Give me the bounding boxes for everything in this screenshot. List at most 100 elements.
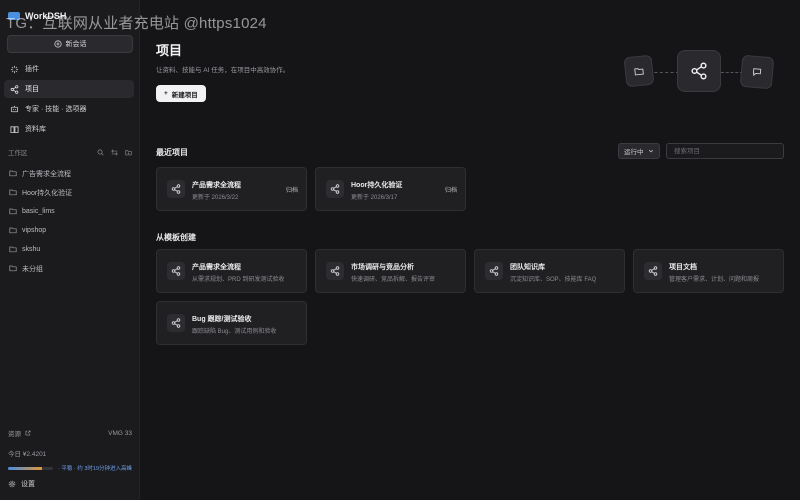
project-share-icon: [167, 262, 185, 280]
settings-button[interactable]: 设置: [8, 479, 35, 489]
workspace-item-label: 广告需求全流程: [22, 170, 71, 178]
folder-add-icon[interactable]: [125, 149, 132, 156]
workspace-item-label: 未分组: [22, 265, 43, 273]
experts-icon: [10, 105, 19, 112]
hero-connector: [721, 72, 743, 73]
card-title: 市场调研与竞品分析: [351, 264, 414, 271]
project-share-icon: [326, 180, 344, 198]
project-card[interactable]: 产品需求全流程 更新于 2026/3/22 归档: [156, 167, 307, 211]
sidebar: WorkDSH 新会话 插件 项目 专家 · 技能 · 选项器 资料库 工作区: [0, 0, 140, 500]
folder-icon: [9, 188, 17, 198]
folder-icon: [9, 226, 17, 236]
workspace-item[interactable]: vipshop: [6, 221, 134, 240]
card-subtitle: 快速调研、竞品拆解、报告评审: [351, 277, 436, 283]
nav-item-projects[interactable]: 项目: [4, 80, 134, 98]
page-title: 项目: [156, 43, 183, 58]
archive-button[interactable]: 归档: [445, 185, 457, 194]
workspace-item[interactable]: skshu: [6, 240, 134, 259]
workspace-list: 广告需求全流程 Hoor持久化验证 basic_limsvipshop skshu 未分…: [6, 164, 134, 278]
workspace-item[interactable]: basic_lims: [6, 202, 134, 221]
project-share-icon: [485, 262, 503, 280]
workspace-item[interactable]: Hoor持久化验证: [6, 183, 134, 202]
gear-icon: [8, 480, 16, 488]
usage-bar-fill: [8, 466, 42, 470]
template-card[interactable]: 团队知识库 沉淀知识库、SOP、技能库 FAQ: [474, 249, 625, 293]
usage-bar-track: [8, 466, 54, 470]
card-title: Bug 跟踪/测试验收: [192, 316, 252, 323]
card-subtitle: 从需求规划、PRD 到研发测试验收: [192, 277, 285, 283]
nav-label: 资料库: [25, 126, 46, 133]
card-subtitle: 管理客户需求、计划、问题和周报: [669, 277, 760, 283]
settings-label: 设置: [21, 481, 35, 488]
usage-bar: · 平稳 · 约 3时19分钟进入高峰: [8, 464, 132, 472]
chat-plus-icon: [53, 40, 62, 48]
project-share-icon: [326, 262, 344, 280]
plug-icon: [10, 65, 19, 73]
version-label: VMG 33: [108, 429, 132, 437]
hero-chat-box: [739, 54, 775, 90]
nav-item-library[interactable]: 资料库: [4, 120, 134, 138]
hero-share-box: [677, 50, 721, 92]
card-subtitle: 更新于 2026/3/17: [351, 195, 398, 201]
workspace-item[interactable]: 未分组: [6, 259, 134, 278]
new-chat-label: 新会话: [65, 41, 87, 48]
project-card[interactable]: Hoor持久化验证 更新于 2026/3/17 归档: [315, 167, 466, 211]
project-share-icon: [644, 262, 662, 280]
archive-button[interactable]: 归档: [286, 185, 298, 194]
template-card[interactable]: Bug 跟踪/测试验收跟踪缺陷 Bug、测试用例和验收: [156, 301, 307, 345]
external-link-icon: [25, 430, 31, 436]
template-card[interactable]: 项目文档管理客户需求、计划、问题和周报: [633, 249, 784, 293]
book-icon: [10, 125, 19, 133]
hero-connector: [649, 72, 679, 73]
sidebar-nav: 插件 项目 专家 · 技能 · 选项器 资料库: [4, 60, 134, 140]
folder-icon: [9, 245, 17, 255]
templates-section-title: 从模板创建: [156, 233, 196, 242]
new-project-label: 新建项目: [171, 91, 198, 99]
template-card[interactable]: 产品需求全流程从需求规划、PRD 到研发测试验收: [156, 249, 307, 293]
workspace-item[interactable]: 广告需求全流程: [6, 164, 134, 183]
card-title: 产品需求全流程: [192, 264, 241, 271]
nav-label: 项目: [25, 86, 39, 93]
folder-icon: [9, 169, 17, 179]
new-chat-button[interactable]: 新会话: [7, 35, 133, 53]
folder-icon: [634, 68, 644, 76]
card-subtitle: 更新于 2026/3/22: [192, 195, 239, 201]
page-subtitle: 让资料、技能与 AI 任务，在项目中高效协作。: [156, 67, 290, 74]
card-title: 产品需求全流程: [192, 182, 241, 189]
project-share-icon: [167, 314, 185, 332]
workspace-item-label: skshu: [22, 246, 41, 253]
sort-icon[interactable]: [111, 148, 118, 156]
workspace-header: 工作区: [8, 147, 132, 157]
resources-link[interactable]: 资源: [8, 428, 31, 438]
chevron-down-icon: [648, 149, 654, 153]
watermark: TG：互联网从业者充电站 @https1024: [6, 15, 267, 32]
template-card[interactable]: 市场调研与竞品分析快速调研、竞品拆解、报告评审: [315, 249, 466, 293]
nav-label: 插件: [25, 66, 39, 73]
search-icon[interactable]: [97, 149, 104, 156]
search-input[interactable]: [666, 143, 784, 159]
sort-select[interactable]: 运行中: [618, 143, 660, 159]
card-title: 项目文档: [669, 264, 697, 271]
nav-item-experts[interactable]: 专家 · 技能 · 选项器: [4, 100, 134, 118]
nav-label: 专家 · 技能 · 选项器: [25, 106, 87, 113]
card-title: Hoor持久化验证: [351, 182, 403, 189]
chat-icon: [752, 68, 762, 77]
workspace-item-label: basic_lims: [22, 208, 55, 215]
recent-section-title: 最近项目: [156, 148, 188, 157]
usage-note: · 平稳 · 约 3时19分钟进入高峰: [58, 466, 132, 472]
card-subtitle: 跟踪缺陷 Bug、测试用例和验收: [192, 329, 277, 335]
folder-icon: [9, 264, 17, 274]
main-content: 项目 让资料、技能与 AI 任务，在项目中高效协作。 + 新建项目 最近项目 运…: [141, 0, 800, 500]
plus-icon: +: [164, 90, 168, 97]
workspace-item-label: vipshop: [22, 227, 47, 234]
hero-illustration: [621, 48, 781, 98]
sort-select-value: 运行中: [624, 149, 644, 156]
folder-icon: [9, 207, 17, 217]
workspace-item-label: Hoor持久化验证: [22, 189, 73, 197]
sidebar-footer: 资源 VMG 33 今日 ¥2.4201 · 平稳 · 约 3时19分钟进入高峰: [8, 428, 132, 472]
nav-item-plugins[interactable]: 插件: [4, 60, 134, 78]
new-project-button[interactable]: + 新建项目: [156, 85, 206, 102]
hero-folder-box: [623, 54, 655, 88]
card-subtitle: 沉淀知识库、SOP、技能库 FAQ: [510, 277, 597, 283]
quota-label: 今日 ¥2.4201: [8, 451, 47, 458]
